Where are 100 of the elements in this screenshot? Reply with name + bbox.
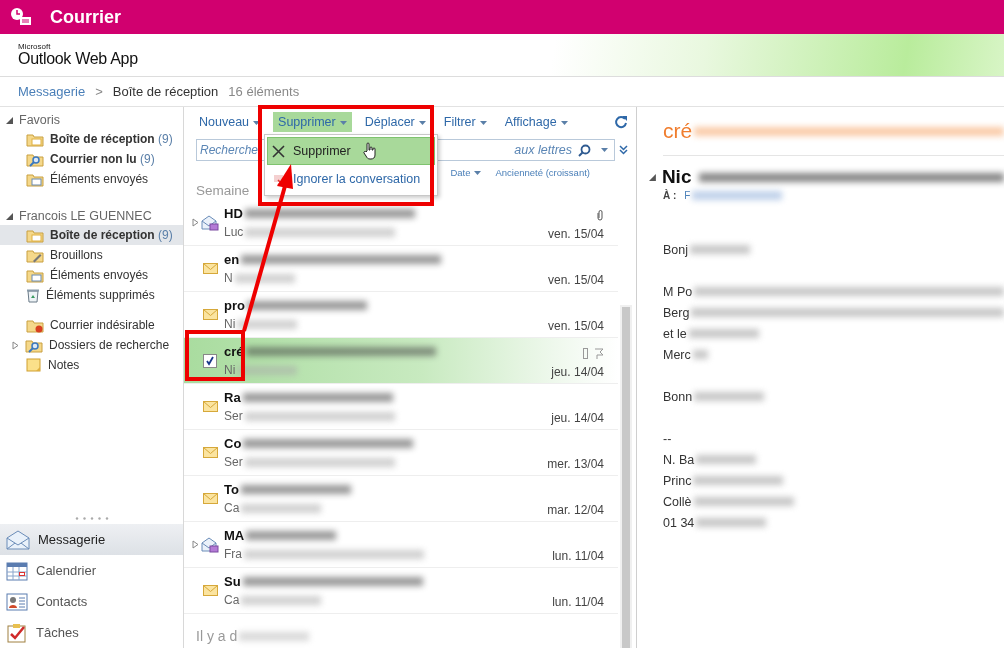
caret-icon: [479, 120, 487, 125]
caret-icon: [601, 148, 608, 152]
blurred-text: [239, 631, 310, 641]
menu-item[interactable]: Supprimer: [267, 137, 435, 165]
toolbar-menu-button[interactable]: Filtrer: [438, 112, 492, 132]
message-sender: Ser: [224, 409, 243, 423]
toolbar-menu-button[interactable]: Nouveau: [194, 112, 266, 132]
caret-icon: [474, 171, 482, 176]
message-subject: Co: [224, 436, 242, 451]
body-line: Princ: [663, 473, 692, 488]
collapse-arrow-icon[interactable]: [649, 173, 656, 181]
blurred-text: [237, 319, 298, 329]
body-line: --: [663, 431, 672, 446]
message-subject: pro: [224, 298, 245, 313]
folder-item[interactable]: Éléments supprimés: [0, 285, 183, 305]
folder-item[interactable]: Boîte de réception (9): [0, 129, 183, 149]
message-sender: Ni: [224, 363, 236, 377]
expand-chevron-icon[interactable]: [619, 145, 628, 155]
toolbar-menu-button[interactable]: Déplacer: [359, 112, 431, 132]
recipient-label: À :: [663, 190, 677, 201]
search-folder-icon: [26, 151, 44, 167]
message-row[interactable]: MA Fra lun. 11/04: [184, 522, 618, 568]
message-row[interactable]: Ra Ser jeu. 14/04: [184, 384, 618, 430]
body-line: M Po: [663, 284, 693, 299]
junk-folder-icon: [26, 317, 44, 333]
drafts-folder-icon: [26, 247, 44, 263]
folder-icon: [26, 131, 44, 147]
message-subject: HD: [224, 206, 243, 221]
body-line: 01 34: [663, 515, 695, 530]
body-line: et le: [663, 326, 687, 341]
message-row[interactable]: HD Luc ven. 15/04: [184, 200, 618, 246]
note-icon: [26, 358, 42, 372]
toolbar-menu-button[interactable]: Supprimer: [273, 112, 352, 132]
message-row[interactable]: Su Ca lun. 11/04: [184, 568, 618, 614]
group-heading: Semaine: [196, 183, 250, 200]
refresh-icon[interactable]: [614, 115, 628, 129]
message-date: mer. 13/04: [547, 456, 604, 471]
body-line: Bonn: [663, 389, 693, 404]
breadcrumb-separator: >: [95, 84, 103, 99]
message-row[interactable]: Co Ser mer. 13/04: [184, 430, 618, 476]
message-date: lun. 11/04: [552, 548, 604, 563]
body-line: Merc: [663, 347, 691, 362]
contact-card-icon: [6, 592, 28, 611]
folder-item[interactable]: Boîte de réception (9): [0, 225, 183, 245]
folder-group-title[interactable]: Francois LE GUENNEC: [19, 209, 152, 223]
mail-clock-icon: [10, 7, 32, 27]
caret-icon: [339, 120, 347, 125]
caret-icon: [253, 120, 261, 125]
body-line: Bonj: [663, 242, 689, 257]
folder-item[interactable]: Dossiers de recherche: [0, 335, 183, 355]
folder-item[interactable]: Courrier indésirable: [0, 315, 183, 335]
message-sender: Fra: [224, 547, 242, 561]
message-sender: N: [224, 271, 233, 285]
folder-item[interactable]: Éléments envoyés: [0, 169, 183, 189]
flag-icon[interactable]: [594, 347, 604, 359]
folder-item[interactable]: Notes: [0, 355, 183, 375]
collapse-arrow-icon[interactable]: [6, 116, 13, 124]
hand-cursor-icon: [362, 142, 377, 160]
message-date: jeu. 14/04: [551, 410, 604, 425]
recipient-link[interactable]: F: [684, 190, 691, 201]
sort-field-link[interactable]: Date: [450, 167, 482, 178]
message-subject: Ra: [224, 390, 241, 405]
close-icon: [272, 144, 285, 158]
sort-order-link[interactable]: Ancienneté (croissant): [495, 167, 590, 178]
expand-arrow-icon[interactable]: [192, 218, 199, 227]
expand-arrow-icon[interactable]: [12, 340, 19, 350]
breadcrumb-link[interactable]: Messagerie: [18, 84, 86, 99]
reading-subject: cré: [663, 119, 693, 143]
message-date: jeu. 14/04: [551, 364, 604, 379]
group-heading: Il y a d: [196, 628, 238, 644]
message-row[interactable]: To Ca mar. 12/04: [184, 476, 618, 522]
item-count: 16 éléments: [228, 84, 300, 99]
caret-icon: [560, 120, 568, 125]
nav-item[interactable]: Messagerie: [0, 524, 183, 555]
task-clipboard-icon: [6, 622, 28, 643]
message-sender: Luc: [224, 225, 244, 239]
search-button[interactable]: [572, 139, 615, 161]
message-subject: To: [224, 482, 239, 497]
expand-arrow-icon[interactable]: [192, 540, 199, 549]
toolbar-menu-button[interactable]: Affichage: [499, 112, 573, 132]
blurred-text: [237, 365, 298, 375]
folder-item[interactable]: Éléments envoyés: [0, 265, 183, 285]
folder-icon: [26, 227, 44, 243]
folder-group-title[interactable]: Favoris: [19, 113, 60, 127]
message-sender: Ser: [224, 455, 243, 469]
nav-item[interactable]: Contacts: [0, 586, 183, 617]
resize-grip-icon[interactable]: [74, 517, 109, 520]
message-date: ven. 15/04: [547, 226, 604, 241]
message-row[interactable]: en N ven. 15/04: [184, 246, 618, 292]
category-icon[interactable]: [583, 347, 588, 359]
highlight-frame: [185, 330, 245, 381]
message-sender: Ca: [224, 501, 240, 515]
body-line: Berg: [663, 305, 690, 320]
nav-item[interactable]: Tâches: [0, 617, 183, 648]
message-checkbox[interactable]: [203, 353, 217, 368]
trash-bin-icon: [26, 287, 40, 303]
collapse-arrow-icon[interactable]: [6, 212, 13, 220]
nav-item[interactable]: Calendrier: [0, 555, 183, 586]
folder-item[interactable]: Brouillons: [0, 245, 183, 265]
folder-item[interactable]: Courrier non lu (9): [0, 149, 183, 169]
